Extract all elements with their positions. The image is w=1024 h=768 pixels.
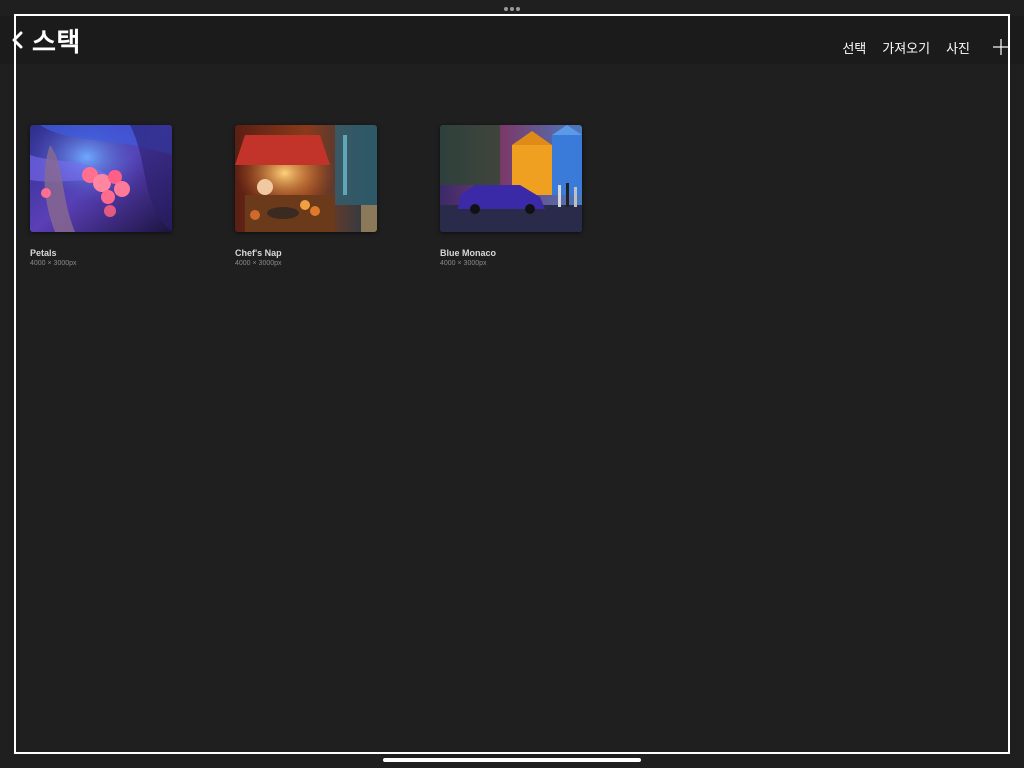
artwork-title: Petals xyxy=(30,248,57,258)
chevron-left-icon xyxy=(12,31,23,49)
artwork-thumbnail[interactable] xyxy=(235,125,377,232)
artwork-title: Blue Monaco xyxy=(440,248,497,258)
back-button[interactable]: 스택 xyxy=(8,20,81,60)
chefs-nap-thumbnail-image xyxy=(235,125,377,232)
artwork-title: Chef's Nap xyxy=(235,248,282,258)
select-button[interactable]: 선택 xyxy=(842,38,866,57)
dot xyxy=(516,7,520,11)
plus-icon[interactable] xyxy=(992,38,1010,56)
artwork-thumbnail[interactable] xyxy=(30,125,172,232)
artwork-dimensions: 4000 × 3000px xyxy=(30,260,77,267)
petals-thumbnail-image xyxy=(30,125,172,232)
dot xyxy=(510,7,514,11)
artwork-dimensions: 4000 × 3000px xyxy=(440,260,487,267)
stack-title: 스택 xyxy=(32,26,81,57)
artwork-card[interactable]: Blue Monaco 4000 × 3000px xyxy=(440,125,582,267)
artwork-gallery: Petals 4000 × 3000px Chef's Nap 4000 × 3… xyxy=(30,125,582,267)
home-indicator[interactable] xyxy=(383,758,641,762)
blue-monaco-thumbnail-image xyxy=(440,125,582,232)
photo-button[interactable]: 사진 xyxy=(946,38,970,57)
artwork-card[interactable]: Chef's Nap 4000 × 3000px xyxy=(235,125,377,267)
toolbar-actions: 선택 가져오기 사진 xyxy=(842,38,970,57)
artwork-thumbnail[interactable] xyxy=(440,125,582,232)
dot xyxy=(504,7,508,11)
import-button[interactable]: 가져오기 xyxy=(882,38,930,57)
artwork-card[interactable]: Petals 4000 × 3000px xyxy=(30,125,172,267)
multitasking-dots-icon[interactable] xyxy=(504,6,520,12)
artwork-dimensions: 4000 × 3000px xyxy=(235,260,282,267)
